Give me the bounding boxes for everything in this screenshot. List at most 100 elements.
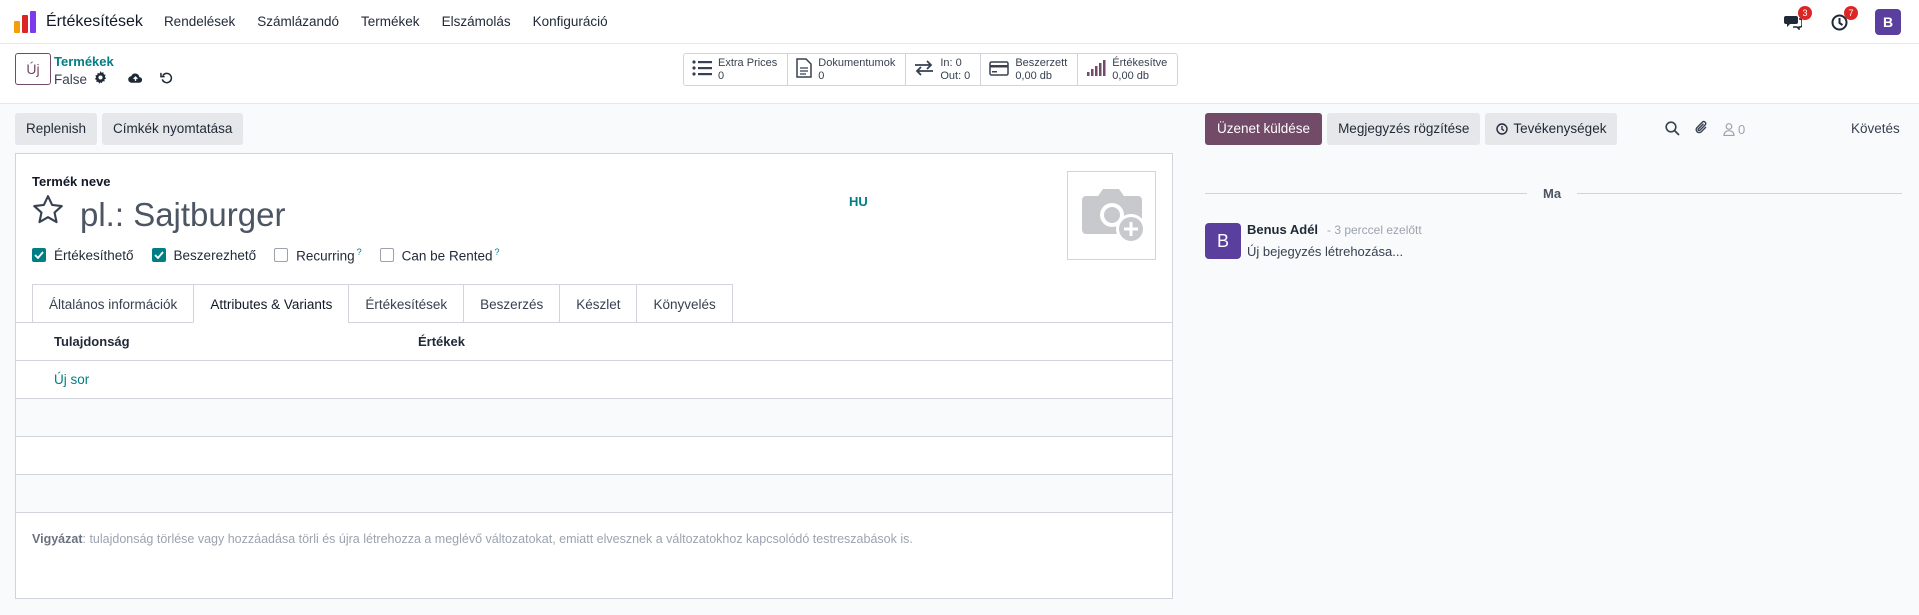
checkbox-label: Can be Rented bbox=[401, 248, 493, 264]
stat-label: Értékesítve bbox=[1112, 56, 1168, 69]
product-name-input[interactable]: pl.: Sajtburger bbox=[80, 196, 285, 234]
documents-button[interactable]: Dokumentumok 0 bbox=[788, 54, 907, 85]
notebook-tabs: Általános információk Attributes & Varia… bbox=[32, 284, 733, 323]
rentable-checkbox[interactable]: Can be Rented? bbox=[379, 247, 500, 264]
followers-button[interactable]: 0 bbox=[1723, 122, 1745, 137]
extra-prices-button[interactable]: Extra Prices 0 bbox=[684, 54, 789, 85]
activities-clock-icon[interactable]: 7 bbox=[1829, 6, 1858, 32]
discard-undo-icon[interactable] bbox=[160, 71, 173, 87]
star-icon[interactable] bbox=[32, 194, 64, 228]
smart-buttons: Extra Prices 0 Dokumentumok 0 In: 0 Out: 0 … bbox=[683, 53, 1179, 86]
new-button[interactable]: Új bbox=[15, 53, 51, 85]
activities-badge: 7 bbox=[1844, 6, 1858, 20]
column-header-attribute[interactable]: Tulajdonság bbox=[54, 334, 130, 349]
transfer-icon bbox=[914, 60, 934, 79]
followers-count: 0 bbox=[1738, 122, 1746, 137]
gear-icon[interactable] bbox=[94, 71, 107, 87]
follow-button[interactable]: Követés bbox=[1851, 121, 1900, 136]
stat-value: 0,00 db bbox=[1112, 69, 1149, 82]
credit-card-icon bbox=[989, 60, 1010, 79]
date-separator-line bbox=[1205, 193, 1527, 194]
menu-to-invoice[interactable]: Számlázandó bbox=[246, 14, 350, 29]
purchased-button[interactable]: Beszerzett 0,00 db bbox=[981, 54, 1079, 85]
messages-icon[interactable]: 3 bbox=[1783, 6, 1812, 32]
tab-purchase[interactable]: Beszerzés bbox=[463, 284, 561, 323]
recurring-checkbox[interactable]: Recurring? bbox=[274, 247, 362, 264]
list-icon bbox=[692, 60, 712, 79]
top-navbar: Értékesítések Rendelések Számlázandó Ter… bbox=[0, 0, 1919, 44]
empty-checkbox-icon bbox=[379, 248, 394, 263]
log-note-button[interactable]: Megjegyzés rögzítése bbox=[1327, 113, 1481, 145]
menu-reporting[interactable]: Elszámolás bbox=[431, 14, 522, 29]
menu-configuration[interactable]: Konfiguráció bbox=[522, 14, 619, 29]
date-separator: Ma bbox=[1543, 186, 1562, 201]
messages-badge: 3 bbox=[1798, 6, 1812, 20]
camera-plus-icon bbox=[1081, 188, 1146, 244]
add-line-link[interactable]: Új sor bbox=[54, 372, 89, 387]
sale-ok-checkbox[interactable]: Értékesíthető bbox=[32, 247, 134, 264]
print-labels-button[interactable]: Címkék nyomtatása bbox=[102, 113, 244, 145]
menu-orders[interactable]: Rendelések bbox=[153, 14, 246, 29]
message-date: - 3 perccel ezelőtt bbox=[1327, 223, 1422, 237]
variants-warning: Vigyázat: tulajdonság törlése vagy hozzá… bbox=[32, 532, 913, 546]
table-row bbox=[16, 399, 1172, 437]
table-header: Tulajdonság Értékek bbox=[16, 323, 1172, 361]
message-body: Új bejegyzés létrehozása... bbox=[1247, 244, 1404, 259]
date-separator-line bbox=[1577, 193, 1902, 194]
stat-value: 0 bbox=[718, 69, 725, 82]
search-icon[interactable] bbox=[1665, 120, 1680, 139]
tab-inventory[interactable]: Készlet bbox=[559, 284, 638, 323]
activities-button[interactable]: Tevékenységek bbox=[1485, 113, 1618, 145]
signal-bars-icon bbox=[1086, 60, 1106, 79]
stat-label: Extra Prices bbox=[718, 56, 778, 69]
tab-general-info[interactable]: Általános információk bbox=[32, 284, 195, 323]
help-tooltip-icon[interactable]: ? bbox=[357, 247, 362, 257]
stat-value: 0 bbox=[818, 69, 825, 82]
user-icon bbox=[1723, 123, 1735, 136]
purchase-ok-checkbox[interactable]: Beszerezhető bbox=[151, 247, 257, 264]
form-sheet: Termék neve pl.: Sajtburger HU Értékesít… bbox=[15, 153, 1173, 599]
language-button[interactable]: HU bbox=[849, 194, 868, 209]
tab-sales[interactable]: Értékesítések bbox=[348, 284, 465, 323]
checkbox-label: Recurring bbox=[296, 248, 355, 264]
column-header-values[interactable]: Értékek bbox=[418, 334, 465, 349]
menu-products[interactable]: Termékek bbox=[350, 14, 431, 29]
help-tooltip-icon[interactable]: ? bbox=[494, 247, 499, 257]
stat-value: 0,00 db bbox=[1015, 69, 1053, 82]
user-avatar[interactable]: B bbox=[1875, 9, 1901, 35]
save-cloud-icon[interactable] bbox=[128, 72, 143, 87]
checkbox-label: Beszerezhető bbox=[173, 247, 257, 263]
tab-attributes-variants[interactable]: Attributes & Variants bbox=[193, 284, 350, 323]
app-title[interactable]: Értékesítések bbox=[46, 13, 143, 31]
send-message-button[interactable]: Üzenet küldése bbox=[1205, 113, 1323, 145]
product-name-label: Termék neve bbox=[32, 174, 111, 189]
activities-label: Tevékenységek bbox=[1513, 121, 1607, 136]
clock-icon bbox=[1496, 123, 1509, 135]
app-logo-icon[interactable] bbox=[14, 10, 36, 33]
control-panel: Új Termékek False Extra Prices 0 Dokument… bbox=[0, 44, 1919, 104]
check-icon bbox=[151, 248, 166, 263]
replenish-button[interactable]: Replenish bbox=[15, 113, 98, 145]
stat-label: In: 0 bbox=[940, 56, 962, 69]
message-author[interactable]: Benus Adél bbox=[1247, 222, 1318, 237]
stat-label: Dokumentumok bbox=[818, 56, 896, 69]
document-icon bbox=[796, 58, 813, 81]
table-row bbox=[16, 437, 1172, 475]
checkbox-label: Értékesíthető bbox=[54, 247, 134, 263]
record-name: False bbox=[54, 71, 88, 87]
in-out-button[interactable]: In: 0 Out: 0 bbox=[906, 54, 982, 85]
avatar[interactable]: B bbox=[1205, 223, 1241, 259]
paperclip-icon[interactable] bbox=[1694, 120, 1709, 139]
breadcrumb[interactable]: Termékek bbox=[54, 54, 114, 69]
table-row: Új sor bbox=[16, 361, 1172, 399]
attributes-table: Tulajdonság Értékek Új sor bbox=[16, 323, 1172, 513]
empty-checkbox-icon bbox=[274, 248, 289, 263]
table-row bbox=[16, 475, 1172, 513]
warning-text: : tulajdonság törlése vagy hozzáadása tö… bbox=[82, 532, 913, 546]
tab-accounting[interactable]: Könyvelés bbox=[636, 284, 733, 323]
warning-label: Vigyázat bbox=[32, 532, 83, 546]
sold-button[interactable]: Értékesítve 0,00 db bbox=[1078, 54, 1177, 85]
product-image-upload[interactable] bbox=[1067, 171, 1156, 260]
check-icon bbox=[32, 248, 46, 263]
stat-value: Out: 0 bbox=[940, 69, 971, 82]
